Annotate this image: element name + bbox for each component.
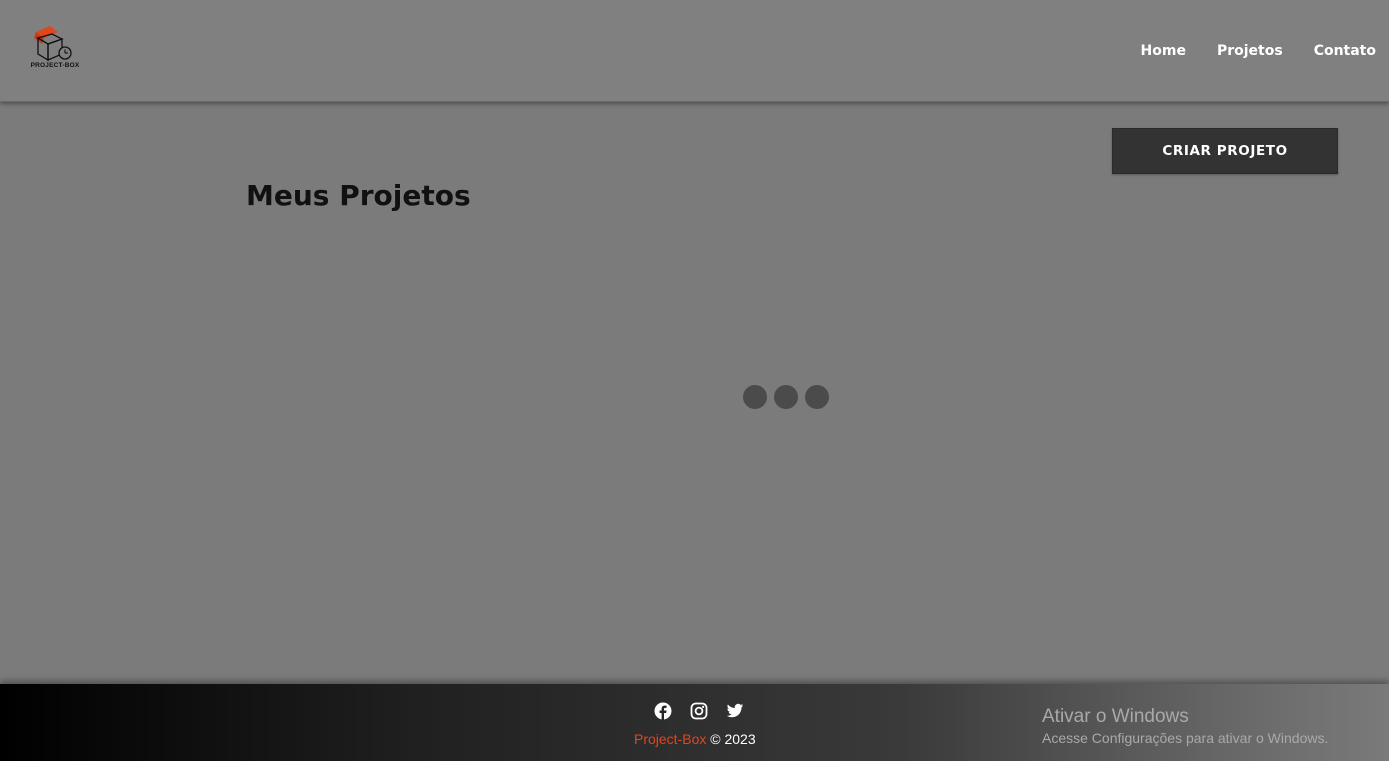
main-nav: Home Projetos Contato <box>1141 43 1376 59</box>
loading-dot <box>743 385 767 409</box>
activation-subtitle: Acesse Configurações para ativar o Windo… <box>1042 730 1329 746</box>
footer-brand[interactable]: Project-Box <box>634 731 706 747</box>
twitter-icon[interactable] <box>726 702 744 720</box>
copyright-year: © 2023 <box>706 731 756 747</box>
windows-activation-watermark: Ativar o Windows Acesse Configurações pa… <box>1042 706 1328 746</box>
instagram-icon[interactable] <box>690 702 708 720</box>
logo[interactable]: PROJECT-BOX <box>28 24 82 72</box>
copyright: Project-Box © 2023 <box>634 731 756 747</box>
page-title: Meus Projetos <box>246 179 471 212</box>
social-links <box>654 702 744 720</box>
box-logo-icon <box>34 26 72 62</box>
loading-indicator <box>743 385 829 409</box>
activation-title: Ativar o Windows <box>1042 706 1189 727</box>
facebook-icon[interactable] <box>654 702 672 720</box>
site-header: PROJECT-BOX Home Projetos Contato <box>0 0 1389 102</box>
nav-contato[interactable]: Contato <box>1314 43 1376 59</box>
loading-dot <box>774 385 798 409</box>
logo-text: PROJECT-BOX <box>30 62 80 69</box>
nav-projetos[interactable]: Projetos <box>1217 43 1283 59</box>
create-project-button[interactable]: CRIAR PROJETO <box>1112 128 1338 174</box>
nav-home[interactable]: Home <box>1141 43 1186 59</box>
loading-dot <box>805 385 829 409</box>
